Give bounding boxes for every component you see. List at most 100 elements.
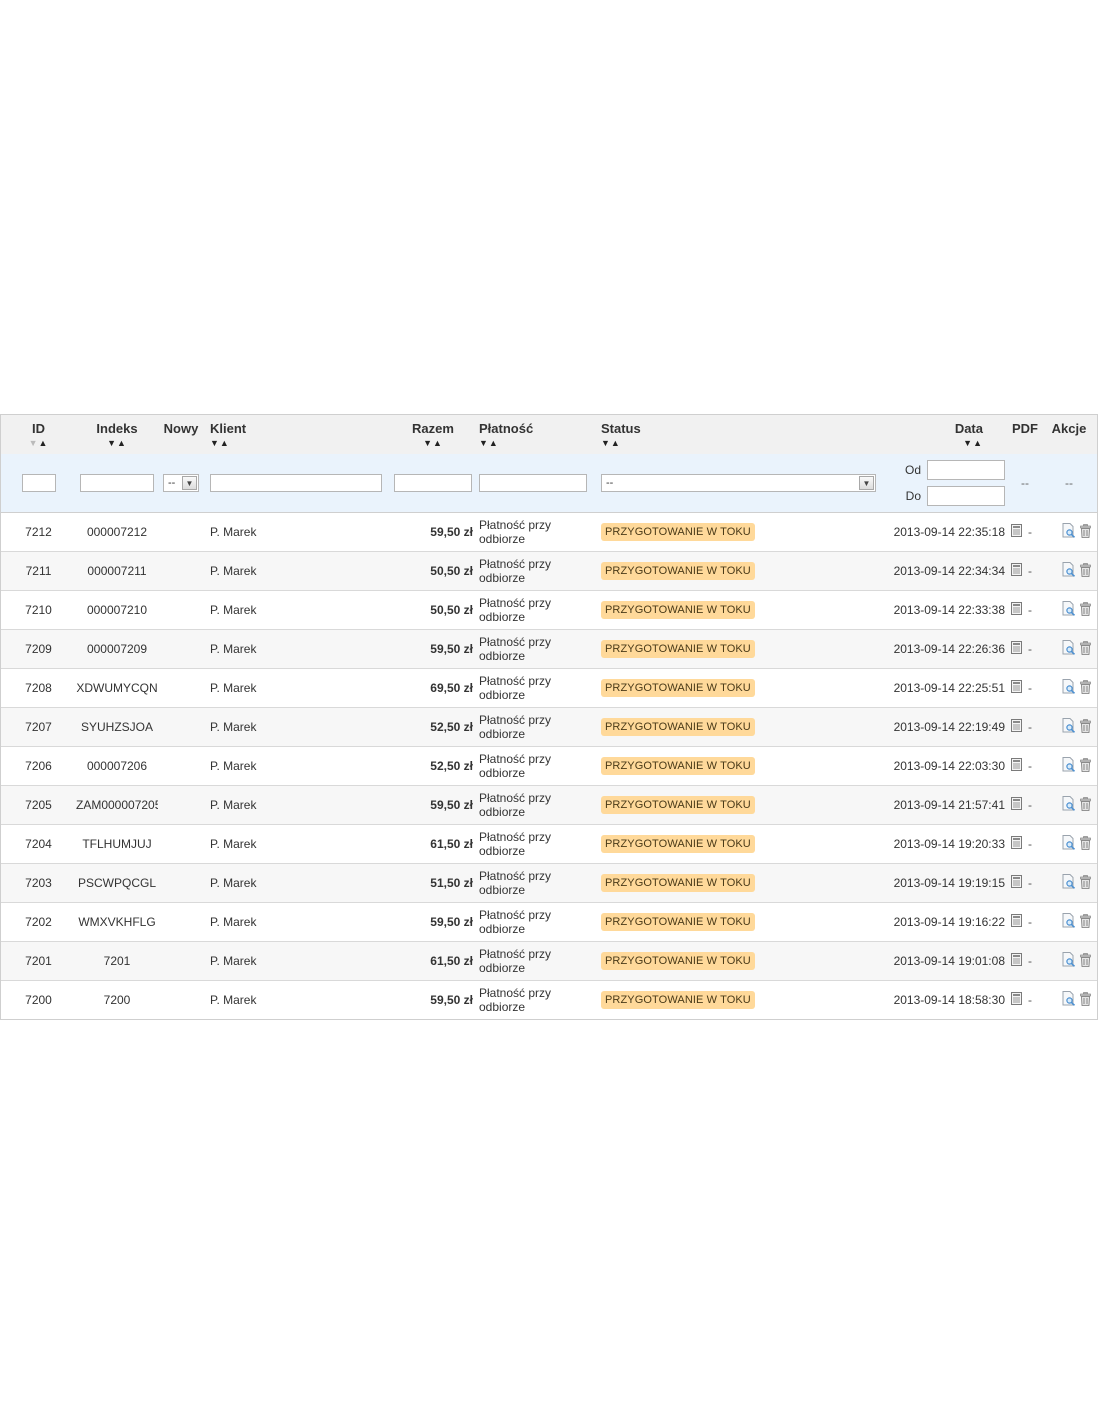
- trash-icon[interactable]: [1080, 601, 1091, 619]
- col-new-label: Nowy: [163, 421, 199, 436]
- table-row[interactable]: 7205 ZAM000007205 P. Marek 59,50 zł Płat…: [1, 785, 1097, 825]
- sort-arrows-icon[interactable]: ▼▲: [76, 438, 158, 448]
- invoice-document-icon[interactable]: [1011, 602, 1022, 618]
- order-pdf: -: [1009, 863, 1041, 903]
- view-magnifier-icon[interactable]: [1062, 562, 1076, 580]
- table-row[interactable]: 7203 PSCWPQCGL P. Marek 51,50 zł Płatnoś…: [1, 863, 1097, 903]
- view-magnifier-icon[interactable]: [1062, 679, 1076, 697]
- table-row[interactable]: 7207 SYUHZSJOA P. Marek 52,50 zł Płatnoś…: [1, 707, 1097, 747]
- new-filter-select[interactable]: -- ▼: [163, 474, 199, 492]
- sort-arrows-icon[interactable]: ▼▲: [479, 438, 595, 448]
- invoice-document-icon[interactable]: [1011, 953, 1022, 969]
- invoice-document-icon[interactable]: [1011, 797, 1022, 813]
- invoice-document-icon[interactable]: [1011, 719, 1022, 735]
- order-index: 000007210: [76, 590, 158, 630]
- table-row[interactable]: 7208 XDWUMYCQN P. Marek 69,50 zł Płatnoś…: [1, 668, 1097, 708]
- client-filter-input[interactable]: [210, 474, 382, 492]
- view-magnifier-icon[interactable]: [1062, 718, 1076, 736]
- order-date: 2013-09-14 18:58:30: [893, 993, 1005, 1007]
- trash-icon[interactable]: [1080, 952, 1091, 970]
- order-id: 7201: [1, 941, 76, 981]
- invoice-document-icon[interactable]: [1011, 914, 1022, 930]
- invoice-document-icon[interactable]: [1011, 836, 1022, 852]
- trash-icon[interactable]: [1080, 757, 1091, 775]
- view-magnifier-icon[interactable]: [1062, 757, 1076, 775]
- order-total: 59,50 zł: [389, 785, 477, 825]
- invoice-document-icon[interactable]: [1011, 524, 1022, 540]
- status-filter-select[interactable]: -- ▼: [601, 474, 876, 492]
- table-row[interactable]: 7210 000007210 P. Marek 50,50 zł Płatnoś…: [1, 590, 1097, 630]
- view-magnifier-icon[interactable]: [1062, 640, 1076, 658]
- view-magnifier-icon[interactable]: [1062, 874, 1076, 892]
- index-filter-input[interactable]: [80, 474, 154, 492]
- sort-arrows-icon[interactable]: ▼▲: [1, 438, 76, 448]
- order-date: 2013-09-14 22:35:18: [883, 512, 1009, 552]
- order-status: PRZYGOTOWANIE W TOKU: [595, 824, 883, 864]
- id-filter-input[interactable]: [21, 474, 56, 492]
- date-to-input[interactable]: [927, 486, 1005, 506]
- table-row[interactable]: 7202 WMXVKHFLG P. Marek 59,50 zł Płatnoś…: [1, 902, 1097, 942]
- col-date[interactable]: Data ▼▲: [883, 415, 1009, 454]
- col-status[interactable]: Status ▼▲: [595, 415, 883, 454]
- payment-method: Płatność przy odbiorze: [479, 635, 552, 663]
- payment-method: Płatność przy odbiorze: [479, 908, 552, 936]
- col-id[interactable]: ID ▼▲: [1, 415, 76, 454]
- order-pdf: -: [1009, 590, 1041, 630]
- table-row[interactable]: 7209 000007209 P. Marek 59,50 zł Płatnoś…: [1, 629, 1097, 669]
- view-magnifier-icon[interactable]: [1062, 952, 1076, 970]
- pdf-filter-placeholder: --: [1009, 454, 1041, 513]
- view-magnifier-icon[interactable]: [1062, 991, 1076, 1009]
- view-magnifier-icon[interactable]: [1062, 523, 1076, 541]
- view-magnifier-icon[interactable]: [1062, 601, 1076, 619]
- sort-arrows-icon[interactable]: ▼▲: [601, 438, 883, 448]
- total-filter-input[interactable]: [394, 474, 472, 492]
- table-row[interactable]: 7200 7200 P. Marek 59,50 zł Płatność prz…: [1, 981, 1097, 1020]
- order-id: 7205: [1, 785, 76, 825]
- order-client: P. Marek: [204, 707, 389, 747]
- trash-icon[interactable]: [1080, 835, 1091, 853]
- order-pdf: -: [1009, 981, 1041, 1020]
- table-row[interactable]: 7206 000007206 P. Marek 52,50 zł Płatnoś…: [1, 746, 1097, 786]
- trash-icon[interactable]: [1080, 640, 1091, 658]
- sort-arrows-icon[interactable]: ▼▲: [389, 438, 477, 448]
- trash-icon[interactable]: [1080, 874, 1091, 892]
- trash-icon[interactable]: [1080, 562, 1091, 580]
- order-id: 7206: [1, 746, 76, 786]
- trash-icon[interactable]: [1080, 718, 1091, 736]
- invoice-document-icon[interactable]: [1011, 641, 1022, 657]
- order-actions: [1041, 707, 1097, 747]
- invoice-document-icon[interactable]: [1011, 680, 1022, 696]
- date-from-input[interactable]: [927, 460, 1005, 480]
- table-row[interactable]: 7211 000007211 P. Marek 50,50 zł Płatnoś…: [1, 551, 1097, 591]
- table-row[interactable]: 7212 000007212 P. Marek 59,50 zł Płatnoś…: [1, 512, 1097, 552]
- payment-method: Płatność przy odbiorze: [479, 557, 552, 585]
- trash-icon[interactable]: [1080, 796, 1091, 814]
- table-row[interactable]: 7204 TFLHUMJUJ P. Marek 61,50 zł Płatnoś…: [1, 824, 1097, 864]
- delivery-slip: -: [1028, 993, 1032, 1007]
- trash-icon[interactable]: [1080, 523, 1091, 541]
- col-client[interactable]: Klient ▼▲: [204, 415, 389, 454]
- order-index: XDWUMYCQN: [76, 668, 158, 708]
- table-row[interactable]: 7201 7201 P. Marek 61,50 zł Płatność prz…: [1, 941, 1097, 981]
- trash-icon[interactable]: [1080, 913, 1091, 931]
- view-magnifier-icon[interactable]: [1062, 796, 1076, 814]
- invoice-document-icon[interactable]: [1011, 758, 1022, 774]
- col-payment[interactable]: Płatność ▼▲: [477, 415, 595, 454]
- invoice-document-icon[interactable]: [1011, 875, 1022, 891]
- col-total[interactable]: Razem ▼▲: [389, 415, 477, 454]
- sort-arrows-icon[interactable]: ▼▲: [883, 438, 983, 448]
- order-client: P. Marek: [204, 590, 389, 630]
- payment-filter-input[interactable]: [479, 474, 587, 492]
- order-new: [158, 981, 204, 1020]
- view-magnifier-icon[interactable]: [1062, 913, 1076, 931]
- status-badge: PRZYGOTOWANIE W TOKU: [601, 718, 755, 736]
- invoice-document-icon[interactable]: [1011, 563, 1022, 579]
- trash-icon[interactable]: [1080, 991, 1091, 1009]
- sort-arrows-icon[interactable]: ▼▲: [210, 438, 389, 448]
- view-magnifier-icon[interactable]: [1062, 835, 1076, 853]
- order-index: TFLHUMJUJ: [76, 824, 158, 864]
- col-index[interactable]: Indeks ▼▲: [76, 415, 158, 454]
- trash-icon[interactable]: [1080, 679, 1091, 697]
- invoice-document-icon[interactable]: [1011, 992, 1022, 1008]
- order-new: [158, 863, 204, 903]
